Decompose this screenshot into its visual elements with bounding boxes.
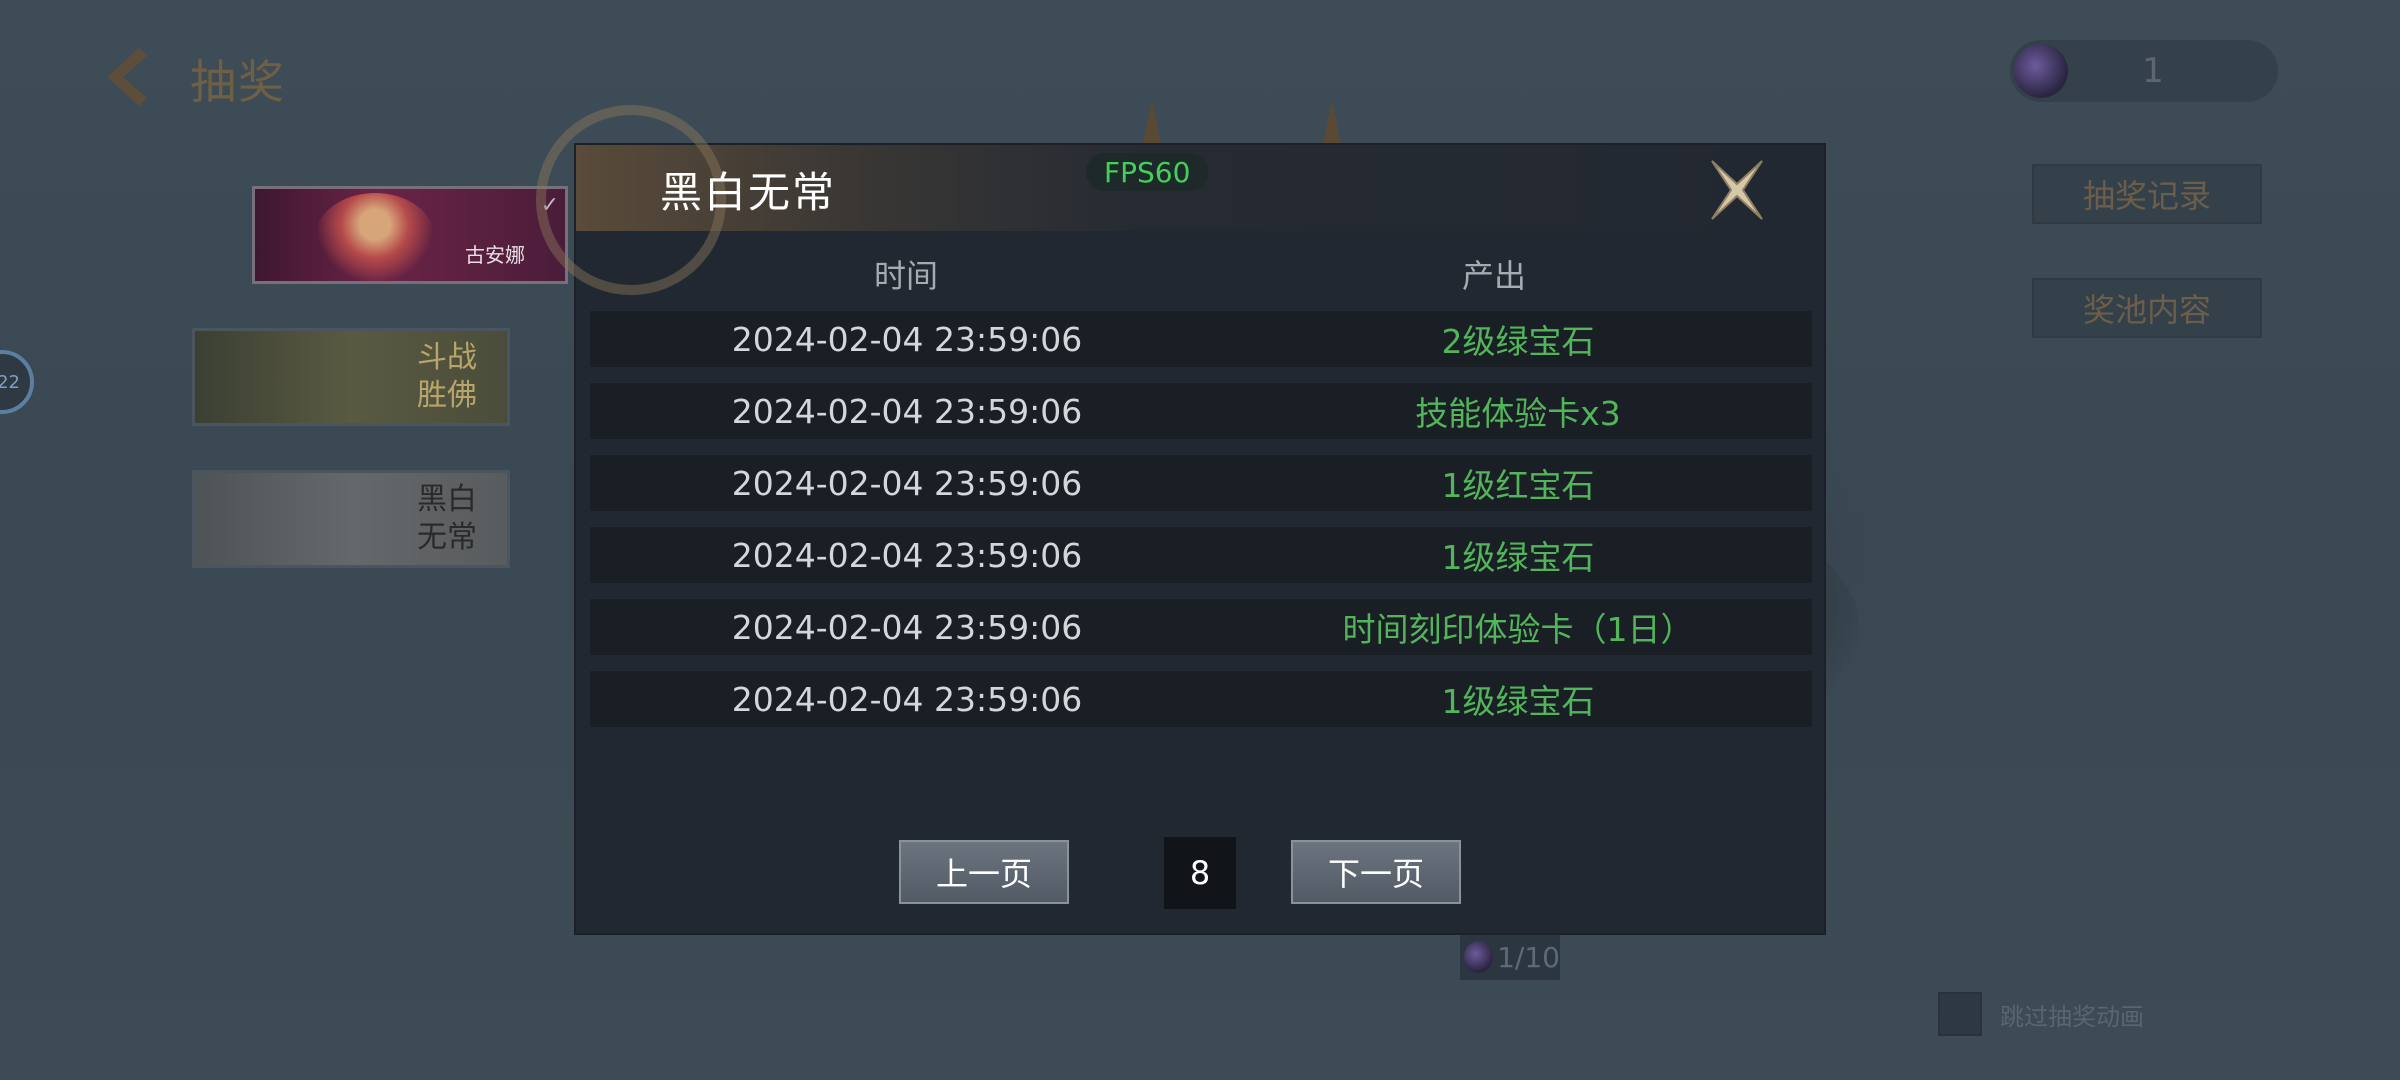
row-output: 1级绿宝石 xyxy=(1441,538,1595,577)
table-row: 2024-02-04 23:59:06 1级绿宝石 xyxy=(590,671,1812,727)
banner-douzhan-shengfo[interactable]: 斗战 胜佛 xyxy=(192,328,510,426)
row-output: 1级红宝石 xyxy=(1441,466,1595,505)
avatar-badge-text: 22 xyxy=(0,371,20,393)
banner-heibai-wuchang[interactable]: 黑白 无常 xyxy=(192,470,510,568)
row-time: 2024-02-04 23:59:06 xyxy=(731,463,1083,503)
row-output: 1级绿宝石 xyxy=(1441,682,1595,721)
prev-page-button[interactable]: 上一页 xyxy=(899,840,1069,904)
row-time: 2024-02-04 23:59:06 xyxy=(731,679,1083,719)
ticket-value: 1/10 xyxy=(1497,940,1560,974)
close-button[interactable] xyxy=(1702,155,1772,225)
row-output: 2级绿宝石 xyxy=(1441,322,1595,361)
table-row: 2024-02-04 23:59:06 时间刻印体验卡（1日） xyxy=(590,599,1812,655)
banner-guanna[interactable]: ✓ 古安娜 xyxy=(252,186,568,284)
history-table: 2024-02-04 23:59:06 2级绿宝石 2024-02-04 23:… xyxy=(590,311,1812,743)
ticket-cost: 1/10 xyxy=(1460,934,1560,980)
skip-animation-checkbox[interactable] xyxy=(1938,992,1982,1036)
table-row: 2024-02-04 23:59:06 2级绿宝石 xyxy=(590,311,1812,367)
ticket-gem-icon xyxy=(1464,941,1494,973)
prize-pool-button[interactable]: 奖池内容 xyxy=(2032,278,2262,338)
row-time: 2024-02-04 23:59:06 xyxy=(731,391,1083,431)
table-row: 2024-02-04 23:59:06 技能体验卡x3 xyxy=(590,383,1812,439)
row-output: 技能体验卡x3 xyxy=(1415,394,1621,433)
skip-animation-toggle[interactable]: 跳过抽奖动画 xyxy=(1938,992,2144,1036)
row-time: 2024-02-04 23:59:06 xyxy=(731,535,1083,575)
column-header-time: 时间 xyxy=(874,257,939,295)
row-time: 2024-02-04 23:59:06 xyxy=(731,319,1083,359)
gem-icon xyxy=(2014,44,2068,98)
modal-title: 黑白无常 xyxy=(660,168,837,217)
column-header-output: 产出 xyxy=(1462,257,1527,295)
banner-label-line2: 胜佛 xyxy=(417,378,477,413)
character-portrait xyxy=(315,193,435,281)
banner-label-line2: 无常 xyxy=(417,520,477,555)
page-number: 8 xyxy=(1164,837,1236,909)
skip-animation-label: 跳过抽奖动画 xyxy=(2000,1002,2144,1031)
back-button[interactable] xyxy=(92,42,162,112)
fps-indicator: FPS60 xyxy=(1086,153,1209,191)
table-row: 2024-02-04 23:59:06 1级绿宝石 xyxy=(590,527,1812,583)
table-row: 2024-02-04 23:59:06 1级红宝石 xyxy=(590,455,1812,511)
page-title: 抽奖 xyxy=(190,55,286,109)
banner-label-line1: 斗战 xyxy=(417,340,477,375)
banner-label-line1: 黑白 xyxy=(417,482,477,517)
row-output: 时间刻印体验卡（1日） xyxy=(1342,610,1694,649)
draw-history-modal: 黑白无常 FPS60 时间 产出 2024-02-04 23:59:06 2级绿… xyxy=(536,105,1824,933)
banner-label: 古安娜 xyxy=(465,243,525,267)
back-arrow-icon xyxy=(107,48,147,106)
close-icon xyxy=(1711,160,1763,220)
currency-display: 1 xyxy=(2010,40,2278,102)
currency-count: 1 xyxy=(2142,51,2164,91)
next-page-button[interactable]: 下一页 xyxy=(1291,840,1461,904)
row-time: 2024-02-04 23:59:06 xyxy=(731,607,1083,647)
draw-history-button[interactable]: 抽奖记录 xyxy=(2032,164,2262,224)
